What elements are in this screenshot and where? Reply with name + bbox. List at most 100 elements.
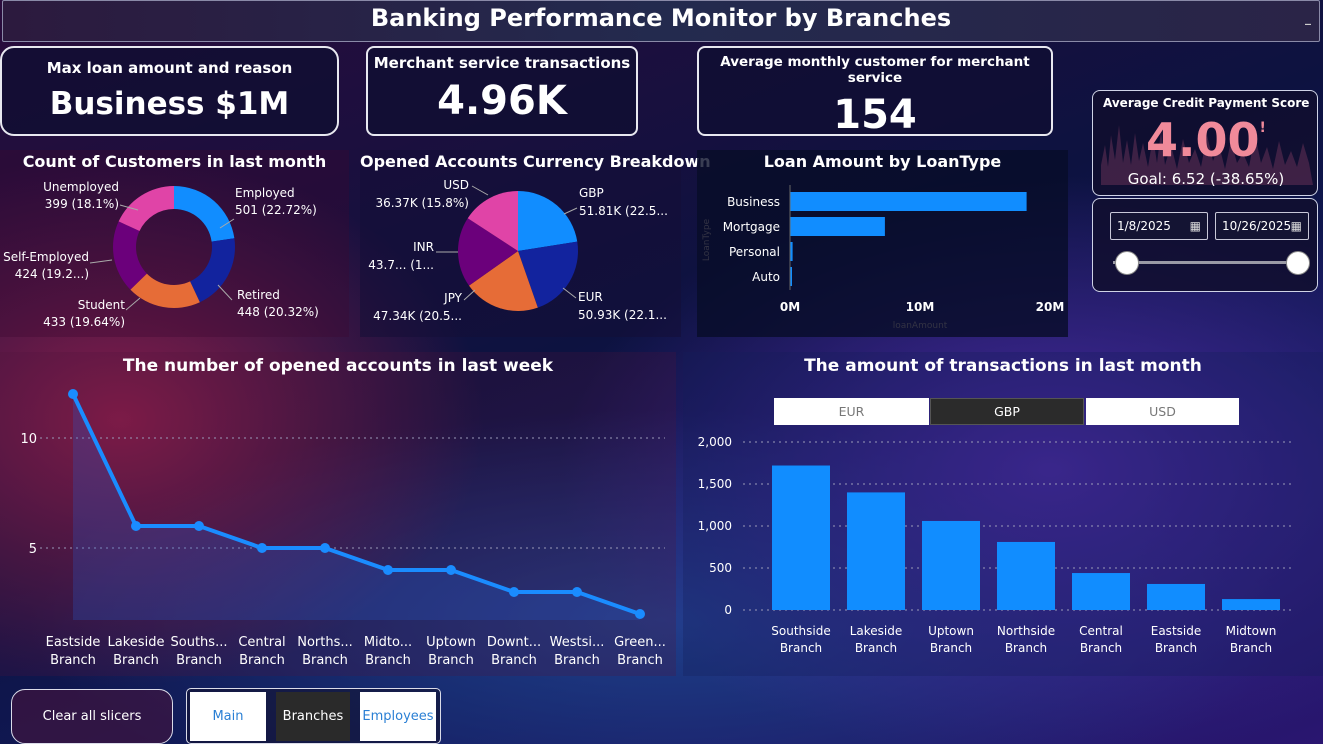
date-slider-track[interactable] bbox=[1113, 261, 1299, 264]
donut-category-label: Student bbox=[78, 298, 126, 312]
x-axis-label: Branch bbox=[365, 653, 411, 668]
gauge-marker: ! bbox=[1259, 120, 1266, 136]
max-loan-value: Business $1M bbox=[49, 86, 290, 122]
max-loan-card: Max loan amount and reason Business $1M bbox=[0, 46, 339, 136]
merchant-tx-value: 4.96K bbox=[437, 78, 567, 124]
x-axis-label: Branch bbox=[617, 653, 663, 668]
data-point bbox=[194, 521, 204, 531]
transactions-bar-chart[interactable]: 2,000 1,500 1,000 500 0 Southside Branch Lakesi… bbox=[683, 352, 1323, 676]
y-axis-tick: 5 bbox=[29, 542, 37, 557]
x-axis-label: Branch bbox=[176, 653, 222, 668]
data-point bbox=[257, 543, 267, 553]
loan-axis-tick: 0M bbox=[780, 300, 800, 314]
loan-bar-chart[interactable]: Business Mortgage Personal Auto 0M 10M 20M loan… bbox=[697, 150, 1068, 337]
credit-score-label: Average Credit Payment Score bbox=[1103, 96, 1310, 110]
bar-midtown-branch bbox=[1222, 599, 1280, 610]
pie-leader-line bbox=[563, 207, 578, 215]
bar-eastside-branch bbox=[1147, 583, 1205, 610]
end-date-value: 10/26/2025 bbox=[1222, 219, 1292, 233]
page-navigator: Main Branches Employees bbox=[186, 688, 441, 744]
data-point bbox=[68, 389, 78, 399]
max-loan-label: Max loan amount and reason bbox=[46, 59, 293, 77]
bar-central-branch bbox=[1072, 573, 1130, 610]
minimize-icon[interactable]: _ bbox=[1305, 11, 1311, 25]
end-date-input[interactable]: 10/26/2025 ▦ bbox=[1215, 212, 1309, 240]
x-axis-label: Branch bbox=[780, 641, 822, 655]
pie-value-label: 43.7... (1... bbox=[368, 258, 434, 272]
loan-bar-business bbox=[790, 192, 1027, 211]
pie-leader-line bbox=[463, 289, 476, 301]
y-axis-tick: 1,500 bbox=[698, 477, 732, 491]
data-point bbox=[635, 609, 645, 619]
x-axis-label: Branch bbox=[302, 653, 348, 668]
data-point bbox=[383, 565, 393, 575]
x-axis-label: Central bbox=[238, 635, 285, 650]
start-date-input[interactable]: 1/8/2025 ▦ bbox=[1110, 212, 1208, 240]
transactions-panel: The amount of transactions in last month… bbox=[683, 352, 1323, 676]
y-axis-tick: 500 bbox=[709, 561, 732, 575]
x-axis-label: Green... bbox=[614, 635, 666, 650]
data-point bbox=[320, 543, 330, 553]
nav-branches-button[interactable]: Branches bbox=[276, 692, 350, 741]
x-axis-label: Norths... bbox=[297, 635, 353, 650]
x-axis-label: Westsi... bbox=[550, 635, 605, 650]
loan-type-label: Mortgage bbox=[723, 220, 780, 234]
customers-panel: Count of Customers in last month Employe… bbox=[0, 150, 349, 337]
donut-slice-employed bbox=[174, 186, 235, 242]
calendar-icon[interactable]: ▦ bbox=[1190, 213, 1201, 239]
area-fill bbox=[73, 394, 640, 620]
loan-type-label: Auto bbox=[752, 270, 780, 284]
loan-type-label: Business bbox=[727, 195, 780, 209]
x-axis-label: Central bbox=[1079, 624, 1123, 638]
x-axis-label: Branch bbox=[113, 653, 159, 668]
date-slider-start-handle[interactable] bbox=[1115, 251, 1139, 275]
donut-category-label: Unemployed bbox=[43, 180, 119, 194]
calendar-icon[interactable]: ▦ bbox=[1291, 213, 1302, 239]
pie-value-label: 51.81K (22.5... bbox=[579, 204, 668, 218]
x-axis-label: Branch bbox=[554, 653, 600, 668]
avg-monthly-card: Average monthly customer for merchant se… bbox=[697, 46, 1053, 138]
x-axis-label: Midto... bbox=[364, 635, 412, 650]
loan-bar-mortgage bbox=[790, 217, 885, 236]
credit-score-value: 4.00! bbox=[1093, 113, 1317, 167]
y-axis-tick: 2,000 bbox=[698, 435, 732, 449]
donut-category-label: Retired bbox=[237, 288, 280, 302]
avg-monthly-value: 154 bbox=[833, 92, 917, 138]
pie-leader-line bbox=[471, 185, 489, 196]
nav-employees-button[interactable]: Employees bbox=[360, 692, 436, 741]
opened-accounts-panel: The number of opened accounts in last we… bbox=[0, 352, 676, 676]
donut-leader-line bbox=[89, 259, 113, 264]
pie-value-label: 36.37K (15.8%) bbox=[375, 196, 469, 210]
loan-axis-tick: 10M bbox=[906, 300, 935, 314]
currency-panel: Opened Accounts Currency Breakdown GBP 51… bbox=[360, 150, 711, 337]
clear-slicers-button[interactable]: Clear all slicers bbox=[11, 689, 173, 744]
x-axis-label: Branch bbox=[239, 653, 285, 668]
bar-lakeside-branch bbox=[847, 492, 905, 610]
bar-uptown-branch bbox=[922, 520, 980, 610]
pie-value-label: 47.34K (20.5... bbox=[373, 309, 462, 323]
pie-value-label: 50.93K (22.1... bbox=[578, 308, 667, 322]
donut-leader-line bbox=[125, 297, 141, 311]
donut-value-label: 399 (18.1%) bbox=[45, 197, 119, 211]
loan-panel: Loan Amount by LoanType Business Mortgage… bbox=[697, 150, 1068, 337]
opened-accounts-line-chart[interactable]: 10 5 Eastside Branch Lakeside Branch Souths...… bbox=[0, 352, 676, 676]
x-axis-label: Branch bbox=[491, 653, 537, 668]
donut-slice-unemployed bbox=[118, 186, 174, 232]
donut-slice-retired bbox=[190, 238, 235, 303]
x-axis-label: Branch bbox=[428, 653, 474, 668]
merchant-tx-card: Merchant service transactions 4.96K bbox=[366, 46, 638, 136]
nav-main-button[interactable]: Main bbox=[190, 692, 266, 741]
avg-monthly-label: Average monthly customer for merchant se… bbox=[720, 54, 1030, 86]
start-date-value: 1/8/2025 bbox=[1117, 219, 1171, 233]
customers-donut-chart[interactable]: Employed 501 (22.72%) Retired 448 (20.32%) S… bbox=[0, 150, 349, 337]
currency-pie-chart[interactable]: GBP 51.81K (22.5... EUR 50.93K (22.1... JPY 4… bbox=[360, 150, 681, 337]
loan-axis-tick: 20M bbox=[1036, 300, 1065, 314]
date-slider-end-handle[interactable] bbox=[1286, 251, 1310, 275]
pie-slice-gbp bbox=[518, 191, 578, 251]
x-axis-label: Downt... bbox=[487, 635, 541, 650]
loan-y-axis-title: LoanType bbox=[702, 218, 712, 261]
x-axis-label: Northside bbox=[997, 624, 1055, 638]
donut-value-label: 501 (22.72%) bbox=[235, 203, 317, 217]
page-title: Banking Performance Monitor by Branches bbox=[370, 4, 952, 32]
x-axis-label: Branch bbox=[1155, 641, 1197, 655]
